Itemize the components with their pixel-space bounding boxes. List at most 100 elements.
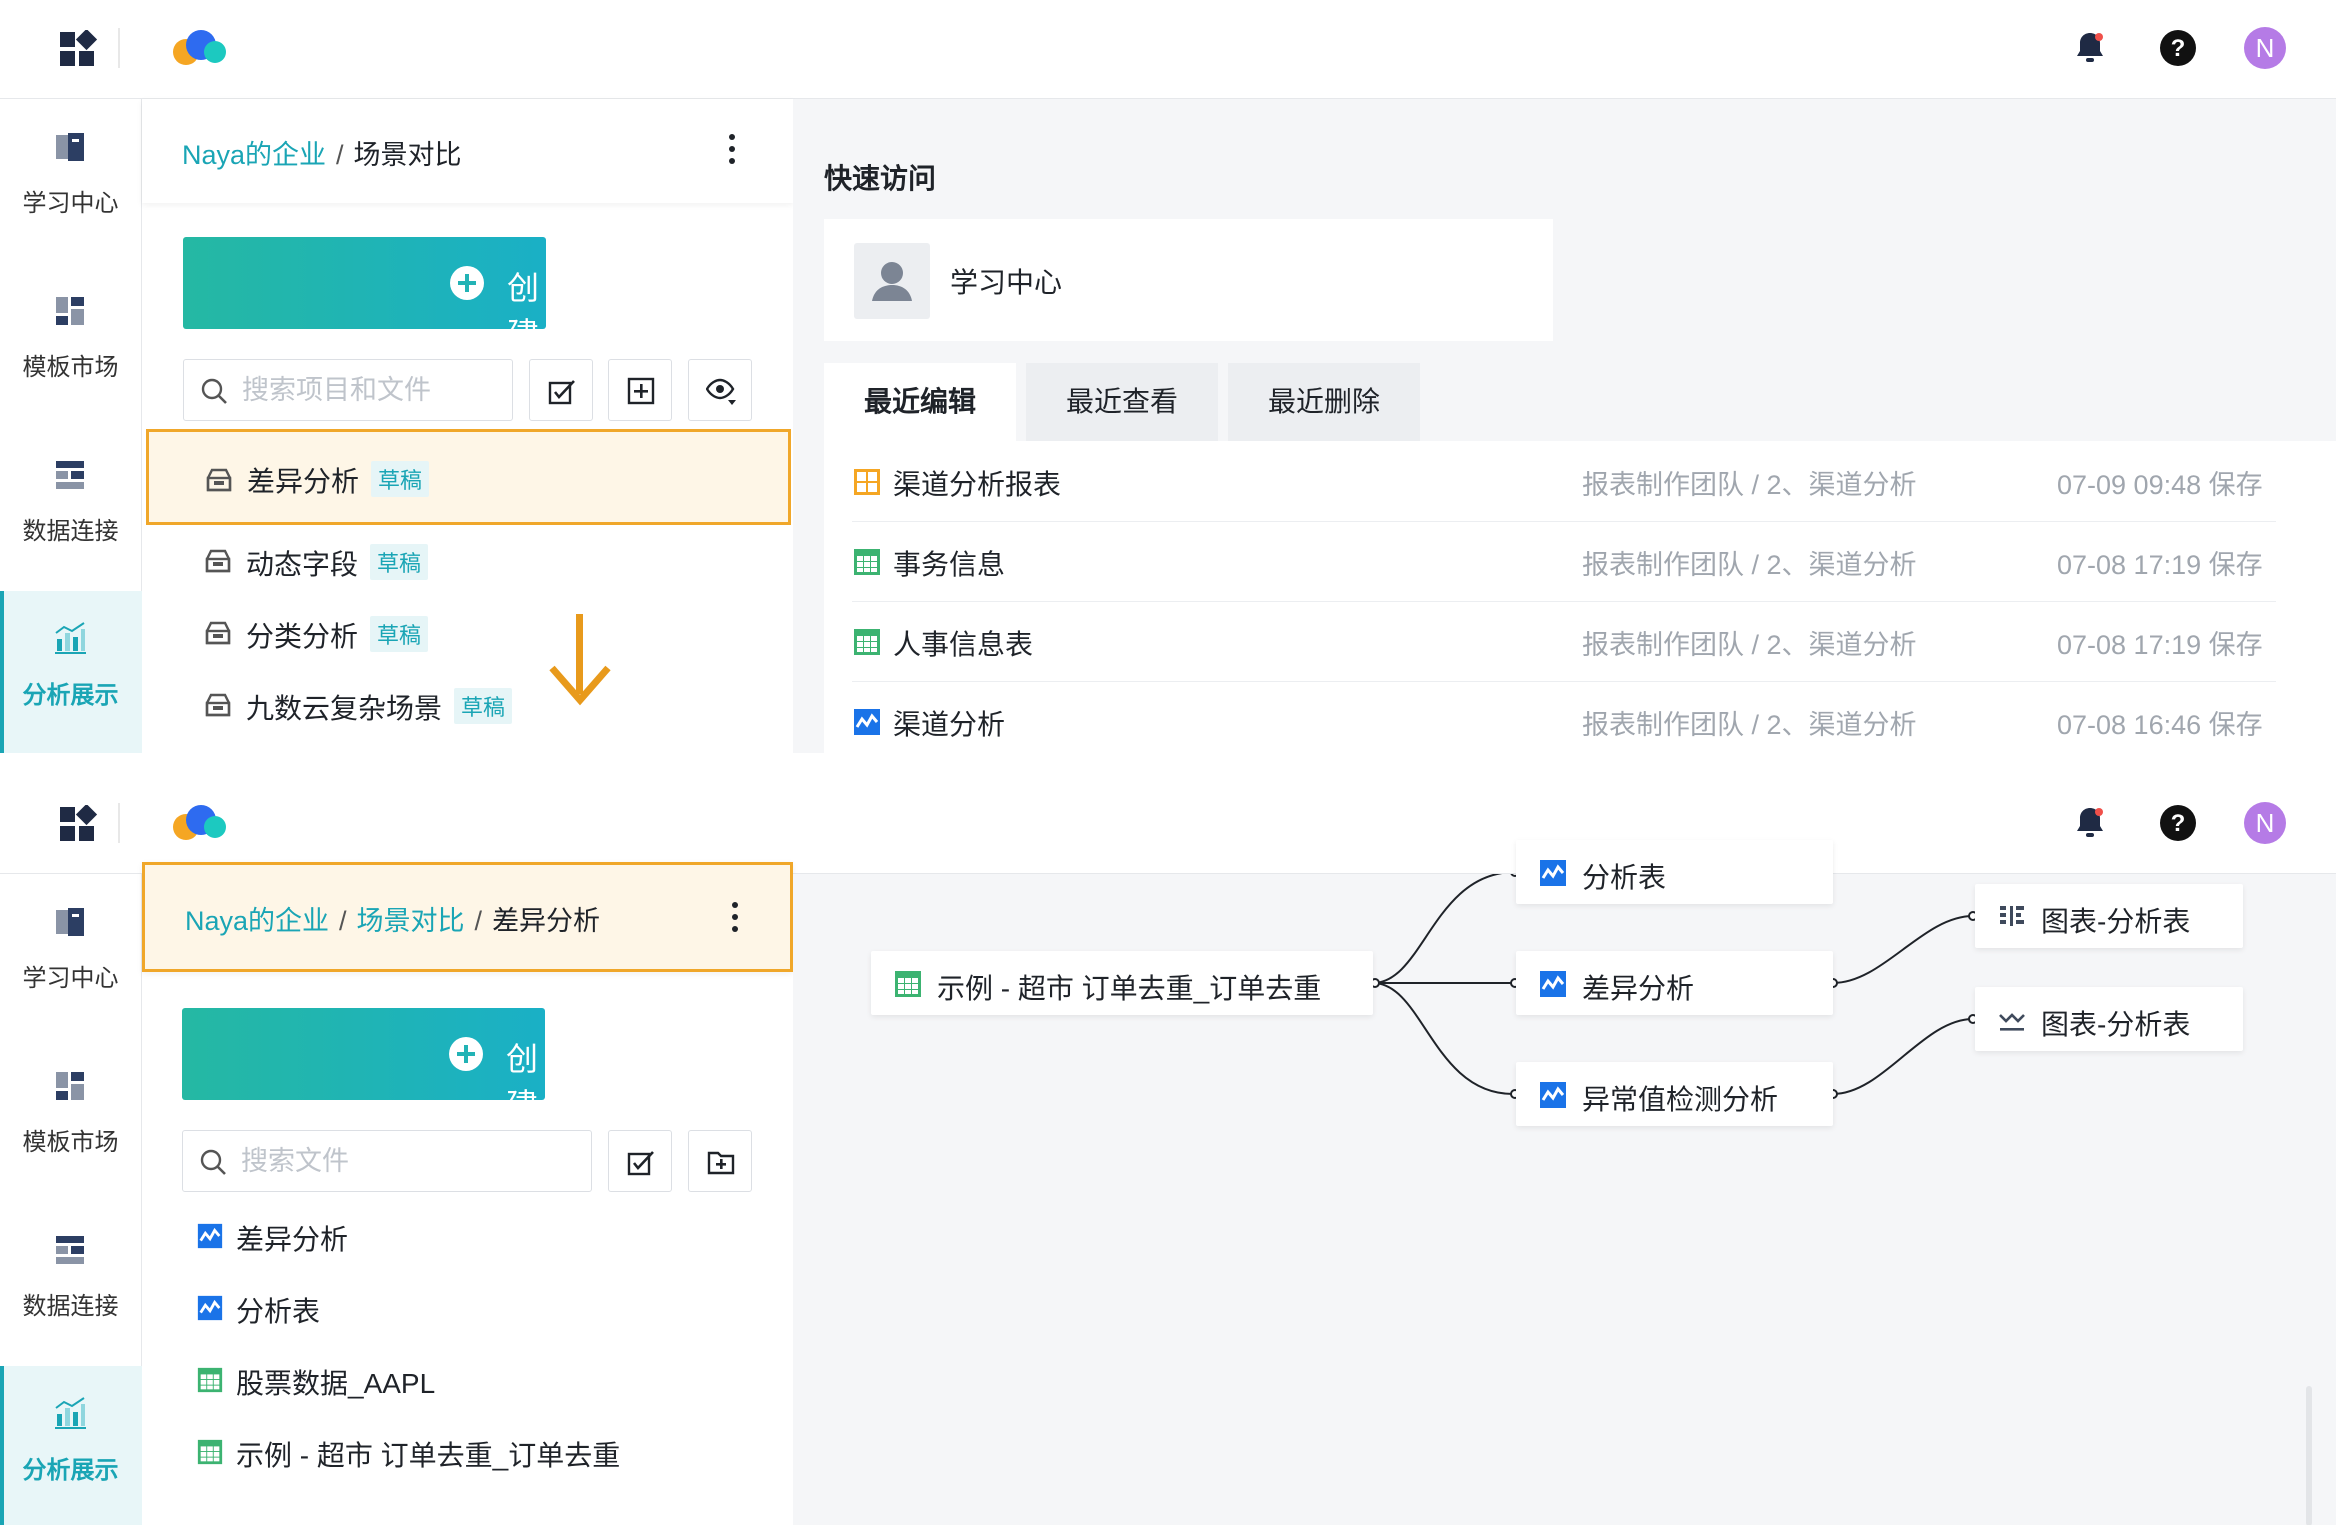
apps-grid-icon[interactable] (58, 30, 98, 70)
topbar-divider (118, 803, 120, 843)
tree-item-dynamic-field[interactable]: 动态字段 草稿 (142, 529, 793, 591)
create-button[interactable]: 创建 (182, 1008, 545, 1123)
nav-label: 学习中心 (22, 965, 119, 992)
nav-item-template-market[interactable]: 模板市场 (0, 1038, 141, 1188)
breadcrumb-root-link[interactable]: Naya的企业 (185, 906, 329, 936)
vertical-scrollbar[interactable] (2306, 1386, 2312, 1525)
item-path: 报表制作团队 / 2、渠道分析 (1582, 550, 1917, 580)
nav-item-data-connection[interactable]: 数据连接 (0, 1202, 141, 1352)
batch-select-button[interactable] (529, 359, 593, 421)
tree-item-label: 差异分析 草稿 (247, 460, 430, 500)
node-label: 分析表 (1582, 862, 1667, 893)
nav-item-learning-center[interactable]: 学习中心 (0, 99, 141, 249)
nav-item-analysis-display[interactable]: 分析展示 (0, 1366, 145, 1525)
tree-item-category-analysis[interactable]: 分类分析 草稿 (142, 601, 793, 663)
line-chart-icon (1997, 1005, 2027, 1035)
tree-item-diff-analysis[interactable]: 差异分析 (142, 1204, 793, 1266)
nav-label: 学习中心 (22, 190, 119, 217)
notification-bell-icon[interactable] (2070, 803, 2110, 843)
lineage-node-anomaly-detection[interactable]: 异常值检测分析 (1516, 1062, 1833, 1126)
analysis-icon (1538, 858, 1568, 888)
breadcrumb-current: 场景对比 (353, 140, 462, 170)
breadcrumb: Naya的企业 / 场景对比 / 差异分析 (185, 899, 600, 938)
tree-item-stock-data[interactable]: 股票数据_AAPL (142, 1348, 793, 1410)
nav-item-template-market[interactable]: 模板市场 (0, 263, 141, 413)
draft-tag: 草稿 (370, 544, 429, 580)
template-icon (50, 1066, 90, 1106)
search-input[interactable] (241, 1139, 579, 1183)
lineage-node-analysis-table[interactable]: 分析表 (1516, 840, 1833, 904)
quick-access-card[interactable]: 学习中心 (824, 219, 1553, 341)
more-vertical-icon[interactable] (712, 127, 752, 171)
notification-bell-icon[interactable] (2070, 28, 2110, 68)
node-label: 差异分析 (1582, 973, 1695, 1004)
create-button[interactable]: 创建 (183, 237, 546, 352)
nav-label: 分析展示 (22, 682, 119, 709)
breadcrumb-root-link[interactable]: Naya的企业 (182, 140, 326, 170)
lineage-node-diff-analysis[interactable]: 差异分析 (1516, 951, 1833, 1015)
item-path: 报表制作团队 / 2、渠道分析 (1582, 710, 1917, 740)
nav-item-analysis-display[interactable]: 分析展示 (0, 591, 145, 753)
recent-list: 渠道分析报表 报表制作团队 / 2、渠道分析 07-09 09:48 保存 事务… (824, 441, 2336, 753)
tree-item-supermarket-dedup[interactable]: 示例 - 超市 订单去重_订单去重 (142, 1420, 793, 1482)
add-folder-button[interactable] (688, 1130, 752, 1192)
analysis-icon (852, 707, 882, 737)
book-icon (50, 902, 90, 942)
add-box-icon (626, 376, 656, 406)
breadcrumb-middle-link[interactable]: 场景对比 (357, 906, 465, 936)
list-item[interactable]: 渠道分析 报表制作团队 / 2、渠道分析 07-08 16:46 保存 (852, 681, 2276, 753)
nav-item-data-connection[interactable]: 数据连接 (0, 427, 141, 577)
screen-project-detail: N 学习中心 模板市场 数据连接 分析展示 Naya的企业 / 场景对比 / 差异分析 (0, 775, 2336, 1525)
lineage-node-source[interactable]: 示例 - 超市 订单去重_订单去重 (871, 951, 1373, 1015)
data-connection-icon (50, 455, 90, 495)
pivot-table-icon (1997, 902, 2027, 932)
tab-recent-view[interactable]: 最近查看 (1026, 363, 1218, 441)
tree-item-analysis-table[interactable]: 分析表 (142, 1276, 793, 1338)
brand-logo-icon[interactable] (170, 28, 232, 68)
breadcrumb-bar: Naya的企业 / 场景对比 (142, 99, 793, 203)
add-project-button[interactable] (608, 359, 672, 421)
nav-label: 模板市场 (22, 1129, 119, 1156)
user-avatar[interactable]: N (2244, 802, 2286, 844)
lineage-node-chart-line[interactable]: 图表-分析表 (1975, 987, 2243, 1051)
draft-tag: 草稿 (454, 688, 513, 724)
link-source-to-mid1 (1372, 874, 1504, 984)
breadcrumb-bar: Naya的企业 / 场景对比 / 差异分析 (142, 862, 793, 972)
analysis-icon (1538, 1080, 1568, 1110)
view-filter-button[interactable] (688, 359, 752, 421)
topbar-divider (118, 28, 120, 68)
more-vertical-icon[interactable] (715, 895, 755, 939)
arrow-down-icon (546, 612, 614, 716)
help-icon[interactable] (2158, 28, 2198, 68)
chart-icon (50, 619, 90, 659)
tree-item-label: 分类分析 草稿 (246, 615, 429, 655)
tab-recent-edit[interactable]: 最近编辑 (824, 363, 1016, 441)
list-item[interactable]: 渠道分析报表 报表制作团队 / 2、渠道分析 07-09 09:48 保存 (852, 441, 2276, 522)
user-avatar[interactable]: N (2244, 27, 2286, 69)
item-time: 07-09 09:48 保存 (2057, 470, 2263, 500)
nav-item-learning-center[interactable]: 学习中心 (0, 874, 141, 1024)
lineage-node-chart-pivot[interactable]: 图表-分析表 (1975, 884, 2243, 948)
list-item[interactable]: 事务信息 报表制作团队 / 2、渠道分析 07-08 17:19 保存 (852, 521, 2276, 602)
list-item[interactable]: 人事信息表 报表制作团队 / 2、渠道分析 07-08 17:19 保存 (852, 601, 2276, 682)
analysis-icon (196, 1294, 224, 1322)
apps-grid-icon[interactable] (58, 805, 98, 845)
search-icon (199, 1148, 227, 1176)
screen-project-overview: N 学习中心 模板市场 数据连接 分析展示 Naya的企业 / 场景对比 创建 … (0, 0, 2336, 753)
tree-item-complex-scene[interactable]: 九数云复杂场景 草稿 (142, 673, 793, 735)
tab-recent-delete[interactable]: 最近删除 (1228, 363, 1420, 441)
node-label: 图表-分析表 (2041, 1009, 2191, 1040)
lineage-canvas: 示例 - 超市 订单去重_订单去重 分析表 差异分析 异常值检测分析 图表-分析… (793, 840, 2336, 1525)
table-icon (196, 1366, 224, 1394)
brand-logo-icon[interactable] (170, 803, 232, 843)
batch-select-button[interactable] (608, 1130, 672, 1192)
search-box (182, 1130, 592, 1192)
plus-circle-icon (449, 265, 485, 301)
tree-item-diff-analysis[interactable]: 差异分析 草稿 (146, 429, 791, 525)
table-icon (852, 547, 882, 577)
project-icon (204, 619, 232, 647)
search-input[interactable] (242, 368, 500, 412)
book-icon (50, 127, 90, 167)
left-nav: 学习中心 模板市场 数据连接 分析展示 (0, 874, 145, 1525)
help-icon[interactable] (2158, 803, 2198, 843)
